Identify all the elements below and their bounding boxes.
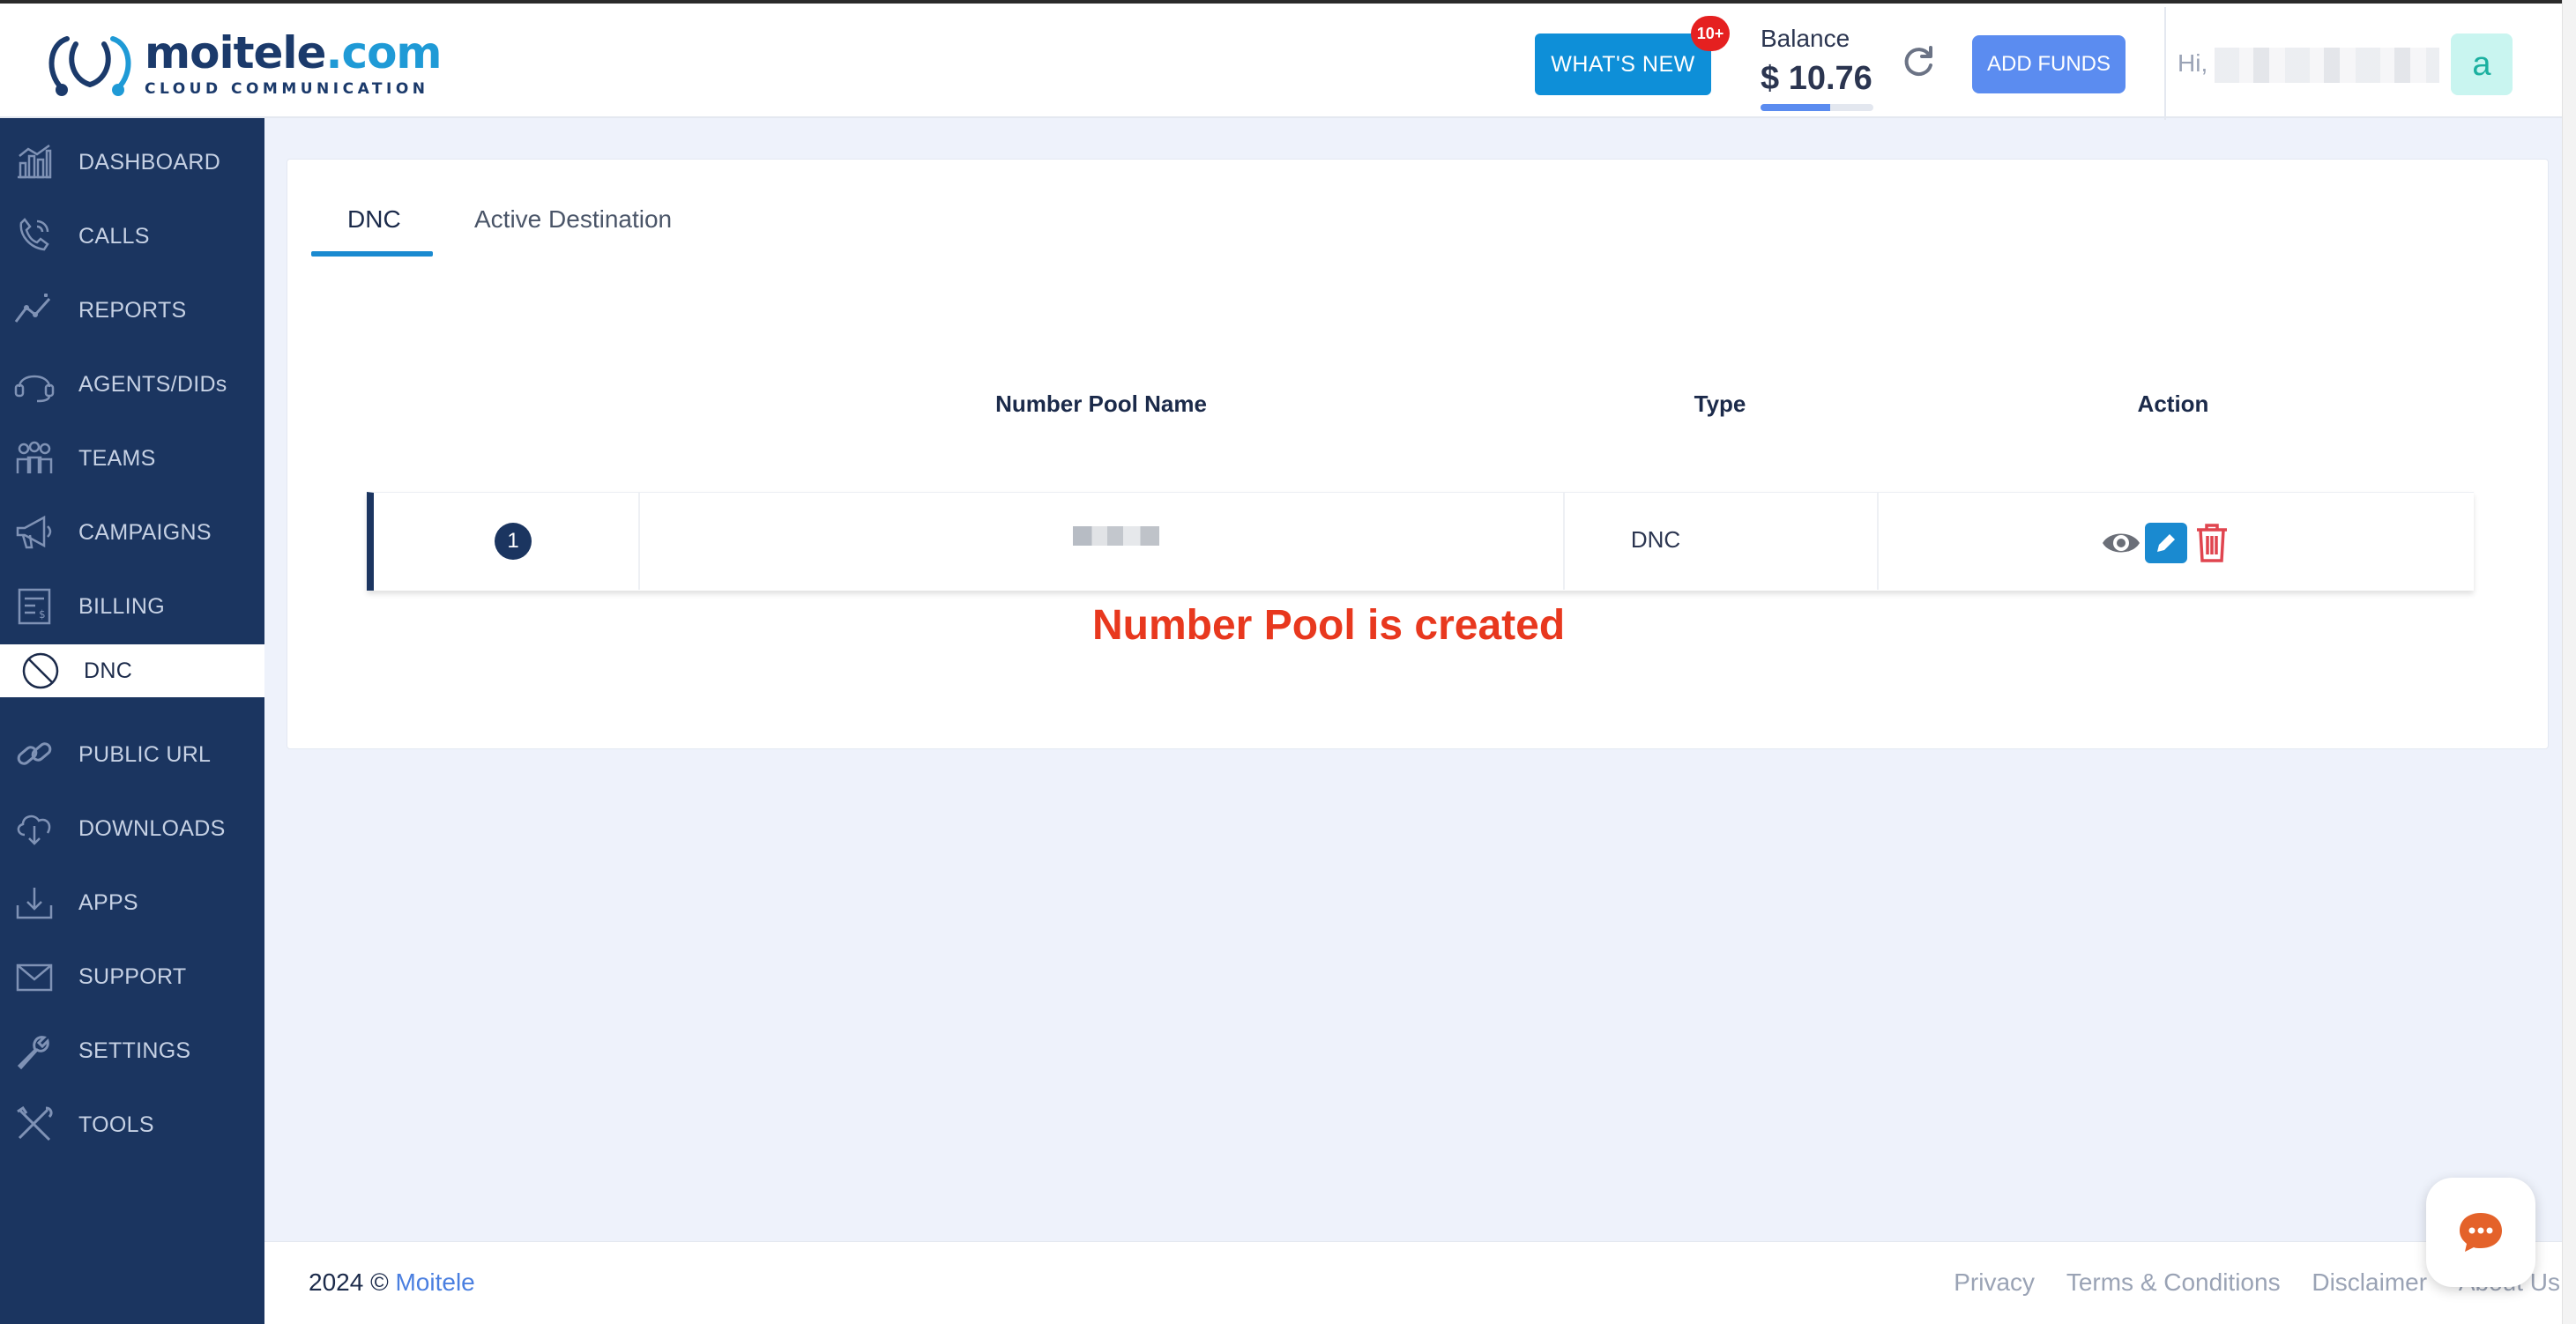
cloud-download-icon xyxy=(17,814,51,845)
sidebar-item-apps[interactable]: APPS xyxy=(0,867,264,939)
phone-icon xyxy=(19,218,49,251)
cell-divider xyxy=(1563,493,1565,590)
cell-divider xyxy=(638,493,640,590)
user-greeting: Hi, xyxy=(2178,49,2208,77)
headset-icon xyxy=(14,375,55,403)
logo-mark-icon xyxy=(48,36,131,96)
sidebar-item-dashboard[interactable]: DASHBOARD xyxy=(0,126,264,198)
brand-name: moitele.com xyxy=(145,27,443,78)
sidebar-item-label: PUBLIC URL xyxy=(78,741,212,767)
brand-tagline: CLOUD COMMUNICATION xyxy=(145,80,429,98)
tab-dnc[interactable]: DNC xyxy=(347,205,401,234)
whats-new-badge: 10+ xyxy=(1691,16,1730,51)
column-header-action: Action xyxy=(2137,391,2209,417)
add-funds-button[interactable]: ADD FUNDS xyxy=(1972,35,2126,93)
header-divider xyxy=(2164,7,2166,120)
sidebar-item-label: TOOLS xyxy=(78,1112,154,1137)
redacted-username xyxy=(2215,48,2439,83)
privacy-link[interactable]: Privacy xyxy=(1954,1268,2035,1296)
column-header-number-pool-name: Number Pool Name xyxy=(995,391,1207,417)
chat-launcher-button[interactable] xyxy=(2426,1178,2535,1287)
sidebar-item-label: CAMPAIGNS xyxy=(78,519,212,545)
chat-bubble-icon xyxy=(2460,1213,2502,1252)
invoice-icon: $ xyxy=(18,588,51,625)
dnc-panel: DNC Active Destination Number Pool Name … xyxy=(287,159,2549,749)
sidebar-item-label: SUPPORT xyxy=(78,963,187,989)
sidebar-item-billing[interactable]: $ BILLING xyxy=(0,570,264,643)
svg-text:$: $ xyxy=(39,608,46,621)
sidebar-item-calls[interactable]: CALLS xyxy=(0,200,264,272)
view-eye-icon[interactable] xyxy=(2101,525,2141,561)
sidebar-item-label: APPS xyxy=(78,889,138,915)
balance-progress-bar xyxy=(1761,104,1873,111)
page-footer: 2024 © Moitele Privacy Terms & Condition… xyxy=(264,1241,2562,1324)
link-icon xyxy=(17,742,52,765)
redacted-pool-name xyxy=(1073,526,1159,546)
dashboard-icon xyxy=(18,144,52,179)
terms-link[interactable]: Terms & Conditions xyxy=(2066,1268,2281,1296)
sidebar-item-label: DOWNLOADS xyxy=(78,815,226,841)
balance-label: Balance xyxy=(1761,25,1850,52)
delete-trash-icon[interactable] xyxy=(2193,523,2230,563)
sidebar-item-campaigns[interactable]: CAMPAIGNS xyxy=(0,496,264,569)
sidebar-item-label: REPORTS xyxy=(78,297,187,323)
sidebar-item-reports[interactable]: REPORTS xyxy=(0,274,264,346)
sidebar-item-label: AGENTS/DIDs xyxy=(78,371,227,397)
sidebar-item-support[interactable]: SUPPORT xyxy=(0,941,264,1013)
sidebar-item-label: DASHBOARD xyxy=(78,149,221,175)
sidebar-nav: DASHBOARD CALLS REPORTS AGENTS/DIDs TEAM… xyxy=(0,118,264,1324)
balance-progress-fill xyxy=(1761,104,1831,111)
column-header-type: Type xyxy=(1694,391,1746,417)
table-row[interactable]: 1 DNC xyxy=(367,492,2474,591)
sidebar-item-public-url[interactable]: PUBLIC URL xyxy=(0,718,264,791)
sidebar-item-dnc[interactable]: DNC xyxy=(0,644,264,697)
disclaimer-link[interactable]: Disclaimer xyxy=(2312,1268,2427,1296)
mail-icon xyxy=(16,963,53,992)
row-type-value: DNC xyxy=(1630,526,1681,553)
top-header: moitele.com CLOUD COMMUNICATION WHAT'S N… xyxy=(0,0,2576,120)
sidebar-item-label: CALLS xyxy=(78,223,150,249)
whats-new-button[interactable]: WHAT'S NEW xyxy=(1535,33,1711,95)
page-scrollbar[interactable] xyxy=(2562,0,2576,1324)
ban-icon xyxy=(22,652,59,689)
tab-active-destination[interactable]: Active Destination xyxy=(474,205,672,234)
wrench-icon xyxy=(17,1036,49,1069)
annotation-label: Number Pool is created xyxy=(1092,602,1566,649)
megaphone-icon xyxy=(16,515,52,549)
sidebar-item-settings[interactable]: SETTINGS xyxy=(0,1015,264,1087)
sidebar-item-teams[interactable]: TEAMS xyxy=(0,422,264,495)
chart-line-icon xyxy=(14,294,51,323)
sidebar-item-label: DNC xyxy=(84,658,133,683)
sidebar-item-label: TEAMS xyxy=(78,445,156,471)
team-icon xyxy=(16,441,53,473)
moitele-link[interactable]: Moitele xyxy=(395,1268,474,1296)
sidebar-item-label: BILLING xyxy=(78,593,165,619)
tools-icon xyxy=(17,1106,53,1142)
cell-divider xyxy=(1877,493,1879,590)
refresh-icon[interactable] xyxy=(1899,42,1938,81)
balance-value: $ 10.76 xyxy=(1761,60,1872,97)
row-index-badge: 1 xyxy=(495,523,532,560)
pencil-icon xyxy=(2157,534,2175,552)
moitele-logo[interactable]: moitele.com CLOUD COMMUNICATION xyxy=(41,26,443,102)
copyright: 2024 © Moitele xyxy=(309,1268,475,1296)
sidebar-item-downloads[interactable]: DOWNLOADS xyxy=(0,792,264,865)
edit-button[interactable] xyxy=(2145,523,2187,563)
download-tray-icon xyxy=(16,888,53,919)
sidebar-item-agents[interactable]: AGENTS/DIDs xyxy=(0,348,264,420)
active-tab-indicator xyxy=(311,251,433,257)
sidebar-item-tools[interactable]: TOOLS xyxy=(0,1089,264,1161)
user-avatar[interactable]: a xyxy=(2451,33,2513,95)
sidebar-item-label: SETTINGS xyxy=(78,1038,191,1063)
